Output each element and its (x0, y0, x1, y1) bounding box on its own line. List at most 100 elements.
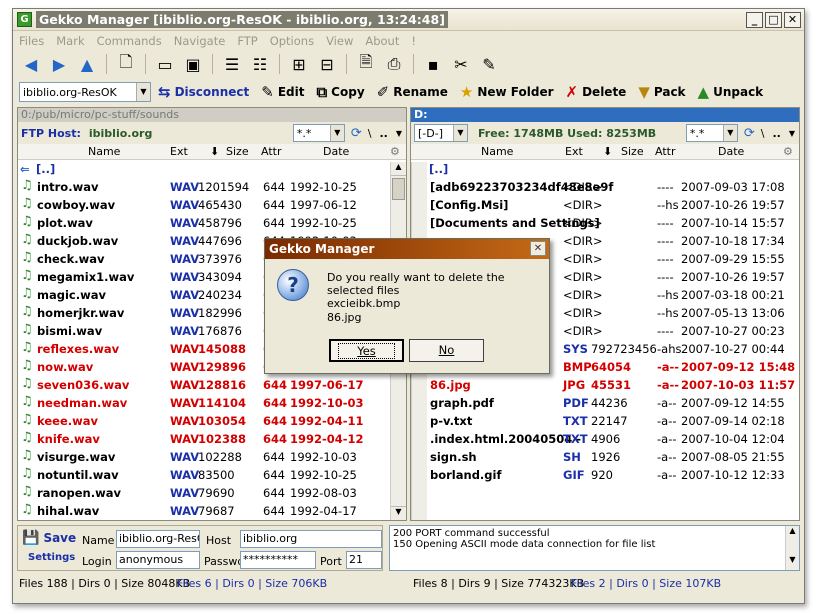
left-filter-select[interactable]: *.* ▼ (292, 124, 345, 142)
settings-link[interactable]: Settings (28, 552, 75, 563)
log-scrollbar[interactable]: ▲ ▼ (785, 526, 799, 570)
minimize-button[interactable]: _ (746, 12, 763, 28)
forward-arrow-icon[interactable]: ▶ (47, 53, 71, 75)
exe-icon[interactable]: ⊟ (315, 53, 339, 75)
table-row[interactable]: ▤p-v.txtTXT22147-a--2007-09-14 02:18 (411, 412, 799, 430)
new-file-icon[interactable]: 🗋 (114, 52, 138, 75)
table-row[interactable]: ♫ needman.wav WAV 114104 644 1992-10-03 (18, 394, 406, 412)
menu-item[interactable]: Commands (97, 34, 162, 48)
table-row[interactable]: ♫ cowboy.wav WAV 465430 644 1997-06-12 (18, 196, 406, 214)
drive-icon[interactable]: ▭ (153, 53, 177, 75)
col-attr[interactable]: Attr (655, 145, 675, 158)
host-field[interactable]: ibiblio.org (240, 530, 382, 548)
table-row[interactable]: ♫ plot.wav WAV 458796 644 1992-10-25 (18, 214, 406, 232)
table-row[interactable]: ♫ keee.wav WAV 103054 644 1992-04-11 (18, 412, 406, 430)
table-row[interactable]: ♫ hihal.wav WAV 79687 644 1992-04-17 (18, 502, 406, 520)
close-icon[interactable]: ✕ (530, 241, 546, 256)
table-row[interactable]: ♫ visurge.wav WAV 102288 644 1992-10-03 (18, 448, 406, 466)
table-row[interactable]: ▮[Config.Msi]<DIR>--hs2007-10-26 19:57 (411, 196, 799, 214)
terminal-icon[interactable]: ▪ (421, 53, 445, 75)
disconnect-button[interactable]: ⇆ Disconnect (153, 81, 254, 103)
table-row[interactable]: ♫ intro.wav WAV 1201594 644 1992-10-25 (18, 178, 406, 196)
table-row[interactable]: ♫ seven036.wav WAV 128816 644 1997-06-17 (18, 376, 406, 394)
settings-gear-icon[interactable]: ⚙ (783, 145, 793, 158)
col-size[interactable]: Size (621, 145, 644, 158)
pack-button[interactable]: ▼ Pack (633, 81, 690, 103)
close-button[interactable]: ✕ (784, 12, 801, 28)
document-icon[interactable]: 🗎 (354, 52, 378, 75)
table-row[interactable]: ▤graph.pdfPDF44236-a--2007-09-12 14:55 (411, 394, 799, 412)
login-field[interactable]: anonymous (116, 551, 200, 569)
table-row[interactable]: ♫ knife.wav WAV 102388 644 1992-04-12 (18, 430, 406, 448)
save-button[interactable]: 💾 Save (22, 530, 76, 546)
title-bar[interactable]: G Gekko Manager [ibiblio.org-ResOK - ibi… (13, 9, 804, 31)
edit-button[interactable]: ✎ Edit (256, 81, 309, 103)
chevron-down-icon[interactable]: ▼ (396, 129, 402, 138)
drive-select[interactable]: [-D-] ▼ (414, 124, 468, 142)
connection-select[interactable]: ibiblio.org-ResOK ▼ (19, 82, 151, 102)
col-ext[interactable]: Ext (170, 145, 188, 158)
table-row[interactable]: ▤sign.shSH1926-a--2007-08-05 21:55 (411, 448, 799, 466)
notes-icon[interactable]: ✎ (477, 53, 501, 75)
table-row[interactable]: ▮[adb69223703234df48e8e9f<DIR>----2007-0… (411, 178, 799, 196)
image-view-icon[interactable]: ▣ (181, 53, 205, 75)
delete-button[interactable]: ✗ Delete (561, 81, 632, 103)
refresh-icon[interactable]: ⟳ (744, 126, 755, 141)
menu-item[interactable]: FTP (237, 34, 257, 48)
table-row[interactable]: ♫ notuntil.wav WAV 83500 644 1992-10-25 (18, 466, 406, 484)
menu-item[interactable]: ! (411, 34, 416, 48)
col-size[interactable]: Size (226, 145, 249, 158)
left-path[interactable]: 0:/pub/micro/pc-stuff/sounds (18, 108, 406, 122)
menu-item[interactable]: Navigate (174, 34, 226, 48)
name-field[interactable]: ibiblio.org-ResOK (116, 530, 200, 548)
list-view-icon[interactable]: ☰ (220, 53, 244, 75)
col-date[interactable]: Date (718, 145, 744, 158)
dialog-title-bar[interactable]: Gekko Manager ✕ (265, 239, 549, 259)
col-attr[interactable]: Attr (261, 145, 281, 158)
up-arrow-icon[interactable]: ▲ (75, 53, 99, 75)
root-icon[interactable]: \ (368, 127, 372, 140)
ftp-log[interactable]: 200 PORT command successful 150 Opening … (389, 525, 800, 571)
menu-item[interactable]: Files (19, 34, 44, 48)
detail-view-icon[interactable]: ☷ (248, 53, 272, 75)
menu-item[interactable]: Mark (56, 34, 84, 48)
maximize-button[interactable]: □ (765, 12, 782, 28)
chevron-down-icon[interactable]: ▼ (789, 129, 795, 138)
parent-dir-icon[interactable]: .. (772, 127, 780, 140)
unpack-button[interactable]: ▲ Unpack (693, 81, 769, 103)
no-button[interactable]: No (409, 339, 484, 362)
menu-item[interactable]: Options (270, 34, 314, 48)
rename-button[interactable]: ✐ Rename (372, 81, 453, 103)
port-field[interactable]: 21 (346, 551, 382, 569)
print-icon[interactable]: ⎙ (382, 53, 406, 75)
col-date[interactable]: Date (323, 145, 349, 158)
table-row[interactable]: ▮[Documents and Settings]<DIR>----2007-1… (411, 214, 799, 232)
menu-item[interactable]: View (326, 34, 353, 48)
tools-icon[interactable]: ✂ (449, 53, 473, 75)
right-path[interactable]: D: (411, 108, 799, 122)
password-field[interactable]: ********** (240, 551, 316, 569)
col-ext[interactable]: Ext (565, 145, 583, 158)
back-arrow-icon[interactable]: ◀ (19, 53, 43, 75)
file-attr: -a-- (657, 414, 677, 428)
parent-dir-icon[interactable]: .. (379, 127, 387, 140)
list-item-parent[interactable]: ⇐ [..] (411, 160, 799, 178)
yes-button[interactable]: Yes (329, 339, 404, 362)
refresh-icon[interactable]: ⟳ (351, 126, 362, 141)
table-row[interactable]: ▤.index.html.20040504 -TXT4906-a--2007-1… (411, 430, 799, 448)
menu-item[interactable]: About (365, 34, 399, 48)
root-icon[interactable]: \ (761, 127, 765, 140)
connection-settings: 💾 Save Settings Name ibiblio.org-ResOK H… (13, 523, 804, 573)
table-row[interactable]: ▤borland.gifGIF920-a--2007-10-12 12:33 (411, 466, 799, 484)
table-row[interactable]: ▤86.jpgJPG45531-a--2007-10-03 11:57 (411, 376, 799, 394)
table-row[interactable]: ♫ ranopen.wav WAV 79690 644 1992-08-03 (18, 484, 406, 502)
new-folder-button[interactable]: ★ New Folder (455, 81, 559, 103)
settings-gear-icon[interactable]: ⚙ (390, 145, 400, 158)
list-item-parent[interactable]: ⇐ [..] (18, 160, 406, 178)
right-filter-select[interactable]: *.* ▼ (685, 124, 738, 142)
copy-button[interactable]: ⧉ Copy (311, 81, 369, 103)
file-size: 465430 (198, 198, 242, 212)
col-name[interactable]: Name (481, 145, 513, 158)
compare-icon[interactable]: ⊞ (287, 53, 311, 75)
col-name[interactable]: Name (88, 145, 120, 158)
